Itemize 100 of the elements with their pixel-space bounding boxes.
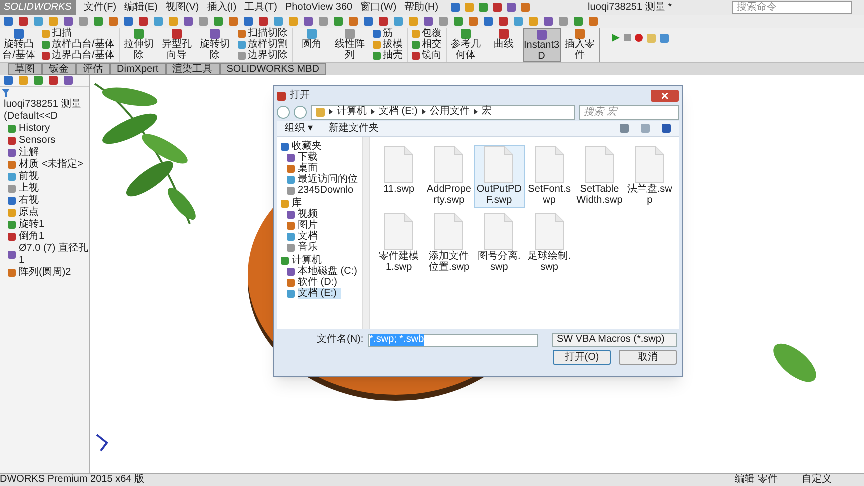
filter-dropdown[interactable]: SW VBA Macros (*.swp) xyxy=(552,333,677,347)
nav-item[interactable]: 文档 xyxy=(298,231,322,242)
tree-item[interactable]: 旋转1 xyxy=(19,219,45,231)
stop-icon[interactable] xyxy=(624,34,631,41)
file-item[interactable]: 足球绘制.swp xyxy=(524,212,575,275)
command-button[interactable]: 扫描 xyxy=(42,28,115,39)
breadcrumb[interactable]: 文档 (E:) xyxy=(379,106,418,118)
tab[interactable]: 评估 xyxy=(76,63,110,75)
search-field[interactable]: 搜索 宏 xyxy=(579,104,679,120)
search-field[interactable]: 搜索命令 xyxy=(732,1,852,14)
menu-item[interactable]: 帮助(H) xyxy=(400,0,443,15)
nav-item[interactable]: 桌面 xyxy=(298,163,322,174)
tree-item[interactable]: History xyxy=(19,123,50,135)
command-button[interactable]: 边界切除 xyxy=(238,50,288,61)
tree-item[interactable]: 前视 xyxy=(19,171,39,183)
file-item[interactable]: 添加文件位置.swp xyxy=(424,212,474,275)
file-item[interactable]: SetTableWidth.swp xyxy=(574,145,625,208)
tree-item[interactable]: 阵列(圆周)2 xyxy=(19,267,72,279)
command-button[interactable]: 旋转切除 xyxy=(196,28,234,62)
file-item[interactable]: SetFont.swp xyxy=(524,145,575,208)
close-button[interactable] xyxy=(651,90,679,102)
nav-item[interactable]: 本地磁盘 (C:) xyxy=(298,266,362,277)
command-button[interactable]: 放样切割 xyxy=(238,39,288,50)
command-button[interactable]: 拉伸切除 xyxy=(120,28,158,62)
breadcrumb[interactable]: 宏 xyxy=(482,106,492,118)
dialog-button[interactable]: 打开(O) xyxy=(553,350,611,365)
app-logo: SOLIDWORKS xyxy=(0,0,76,15)
command-button[interactable]: 插入零件 xyxy=(560,28,599,62)
command-button[interactable]: 拔模 xyxy=(372,39,403,50)
view-icon[interactable] xyxy=(620,124,629,133)
nav-item[interactable]: 软件 (D:) xyxy=(298,277,342,288)
nav-item[interactable]: 最近访问的位 xyxy=(298,174,362,185)
nav-item[interactable]: 音乐 xyxy=(298,242,322,253)
forward-button[interactable] xyxy=(294,106,307,118)
tree-item[interactable]: 注解 xyxy=(19,147,39,159)
menu-item[interactable]: 文件(F) xyxy=(80,0,121,15)
tree-item[interactable]: 原点 xyxy=(19,207,39,219)
play-icon[interactable] xyxy=(612,34,620,42)
command-button[interactable]: Instant3D xyxy=(522,28,561,62)
file-item[interactable]: 11.swp xyxy=(374,145,424,208)
menu-item[interactable]: 视图(V) xyxy=(162,0,204,15)
nav-item[interactable]: 图片 xyxy=(298,220,322,231)
command-button[interactable]: 扫描切除 xyxy=(238,28,288,39)
units-dropdown[interactable]: 自定义 xyxy=(802,474,832,486)
dialog-button[interactable]: 取消 xyxy=(619,350,677,365)
command-button[interactable]: 参考几何体 xyxy=(446,28,485,62)
tree-item[interactable]: 右视 xyxy=(19,195,39,207)
nav-item[interactable]: 计算机 xyxy=(292,255,322,266)
tree-item[interactable]: 材质 <未指定> xyxy=(19,159,84,171)
file-item[interactable]: AddProperty.swp xyxy=(424,145,474,208)
menu-item[interactable]: 插入(I) xyxy=(203,0,241,15)
record-icon[interactable] xyxy=(634,34,643,42)
command-button[interactable]: 旋转凸台/基体 xyxy=(0,28,38,62)
scrollbar[interactable] xyxy=(363,137,370,329)
command-button[interactable]: 边界凸台/基体 xyxy=(42,50,115,61)
tree-item[interactable]: luoqi738251 测量 (Default<<D xyxy=(0,99,89,123)
command-button[interactable]: 相交 xyxy=(412,39,442,50)
nav-item[interactable]: 文档 (E:) xyxy=(298,288,341,299)
command-button[interactable]: 抽壳 xyxy=(372,50,403,61)
menu-item[interactable]: PhotoView 360 xyxy=(282,0,357,15)
nav-item[interactable]: 下载 xyxy=(298,152,322,163)
command-button[interactable]: 圆角 xyxy=(292,28,331,62)
tree-item[interactable]: 上视 xyxy=(19,183,39,195)
nav-item[interactable]: 收藏夹 xyxy=(292,141,322,152)
menu-item[interactable]: 工具(T) xyxy=(240,0,282,15)
command-button[interactable]: 镜向 xyxy=(412,50,442,61)
tree-item[interactable]: Sensors xyxy=(19,135,56,147)
file-item[interactable]: OutPutPDF.swp xyxy=(474,145,524,208)
nav-item[interactable]: 库 xyxy=(292,198,302,209)
menu-item[interactable]: 窗口(W) xyxy=(356,0,401,15)
tree-item[interactable]: 倒角1 xyxy=(19,231,45,243)
filter-icon[interactable] xyxy=(2,89,10,97)
status-text: DWORKS Premium 2015 x64 版 xyxy=(0,474,144,486)
tab[interactable]: 渲染工具 xyxy=(166,63,220,75)
command-button[interactable]: 包覆 xyxy=(412,28,442,39)
command-button[interactable]: 线性阵列 xyxy=(330,28,369,62)
toolbar-button[interactable]: 组织 ▾ xyxy=(285,122,313,134)
address-bar[interactable]: 计算机 文档 (E:) 公用文件 宏 xyxy=(311,104,575,120)
file-item[interactable]: 图号分离.swp xyxy=(474,212,524,275)
help-icon[interactable] xyxy=(662,124,671,133)
file-item[interactable]: 法兰盘.swp xyxy=(624,145,675,208)
tab[interactable]: 钣金 xyxy=(42,63,76,75)
file-item[interactable]: 零件建模1.swp xyxy=(374,212,424,275)
nav-item[interactable]: 视频 xyxy=(298,209,322,220)
command-button[interactable]: 曲线 xyxy=(484,28,523,62)
tab[interactable]: SOLIDWORKS MBD xyxy=(220,63,326,75)
command-button[interactable]: 异型孔向导 xyxy=(158,28,196,62)
command-button[interactable]: 筋 xyxy=(372,28,403,39)
menu-item[interactable]: 编辑(E) xyxy=(120,0,162,15)
breadcrumb[interactable]: 公用文件 xyxy=(430,106,470,118)
preview-pane-icon[interactable] xyxy=(641,124,650,133)
command-button[interactable]: 放样凸台/基体 xyxy=(42,39,115,50)
back-button[interactable] xyxy=(277,106,290,118)
breadcrumb[interactable]: 计算机 xyxy=(337,106,367,118)
tree-item[interactable]: Ø7.0 (7) 直径孔1 xyxy=(19,243,89,267)
toolbar-button[interactable]: 新建文件夹 xyxy=(328,122,379,134)
file-icon xyxy=(434,146,464,184)
nav-item[interactable]: 2345Downlo xyxy=(298,185,358,196)
tab[interactable]: 草图 xyxy=(8,63,42,75)
tab[interactable]: DimXpert xyxy=(110,63,166,75)
